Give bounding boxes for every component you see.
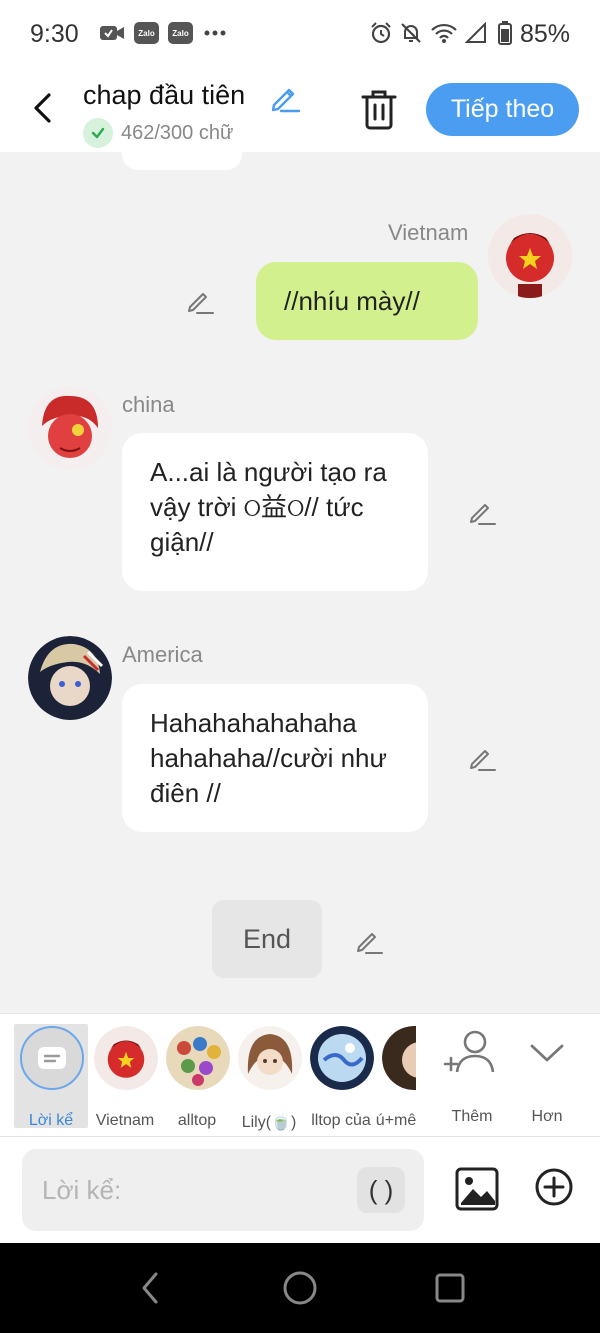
avatar-china[interactable]	[28, 386, 112, 470]
add-character-label: Thêm	[451, 1108, 493, 1125]
battery-icon	[496, 20, 514, 46]
speaker-name: china	[122, 392, 175, 417]
pencil-icon	[188, 293, 214, 314]
status-time: 9:30	[30, 20, 79, 48]
image-icon	[455, 1167, 499, 1211]
pencil-icon	[271, 88, 301, 113]
insert-image-button[interactable]	[455, 1167, 499, 1211]
add-button[interactable]	[534, 1167, 574, 1207]
word-count-text: 462/300 chữ	[121, 121, 234, 144]
more-dots-icon	[203, 20, 227, 46]
character-picker: Lời kể Vietnam alltop Lily(🍵) lltop của …	[0, 1013, 600, 1136]
previous-message-bubble[interactable]	[122, 152, 242, 170]
edit-message-button[interactable]	[467, 496, 499, 528]
video-icon	[98, 20, 126, 46]
character-label: alltop	[177, 1112, 217, 1129]
add-character-button[interactable]: Thêm	[437, 1028, 507, 1128]
signal-icon	[464, 20, 488, 46]
battery-percent: 85%	[519, 20, 570, 48]
check-icon	[83, 118, 113, 148]
zalo-icon: Zalo	[168, 20, 193, 46]
avatar	[310, 1026, 374, 1090]
character-label: lltop của	[311, 1112, 371, 1129]
pencil-icon	[470, 504, 496, 525]
add-person-icon	[443, 1030, 495, 1073]
character-label: Lời kể	[28, 1112, 74, 1129]
avatar	[238, 1026, 302, 1090]
character-lily[interactable]: Lily(🍵)	[232, 1024, 306, 1131]
avatar	[382, 1026, 416, 1090]
avatar	[166, 1026, 230, 1090]
nav-home-button[interactable]	[280, 1268, 320, 1308]
message-bubble[interactable]: Hahahahahahaha hahahaha//cười như điên /…	[122, 684, 428, 832]
message-bubble[interactable]: A...ai là người tạo ra vậy trời ଠ益ଠ// tứ…	[122, 433, 428, 591]
word-count: 462/300 chữ	[83, 118, 233, 148]
more-characters-button[interactable]: Hơn	[512, 1028, 582, 1128]
edit-end-button[interactable]	[354, 925, 386, 957]
avatar-america[interactable]	[28, 636, 112, 720]
end-marker[interactable]: End	[212, 900, 322, 978]
character-partial[interactable]: ú+mê	[376, 1024, 416, 1128]
nav-back-icon	[142, 1272, 158, 1304]
nav-home-icon	[283, 1271, 317, 1305]
speaker-name: Vietnam	[388, 220, 469, 245]
character-alltop[interactable]: alltop	[160, 1024, 234, 1129]
delete-button[interactable]	[360, 88, 398, 130]
trash-icon	[361, 90, 397, 130]
character-label: Lily(🍵)	[241, 1114, 297, 1131]
status-bar: 9:30 Zalo Zalo 85%	[0, 0, 600, 68]
alarm-icon	[368, 20, 394, 46]
chevron-left-icon	[34, 93, 51, 123]
message-input[interactable]	[42, 1169, 342, 1211]
avatar	[94, 1026, 158, 1090]
character-label: Vietnam	[95, 1112, 155, 1129]
character-narrator[interactable]: Lời kể	[14, 1024, 88, 1129]
mute-icon	[398, 20, 424, 46]
pencil-icon	[357, 933, 383, 954]
nav-recents-button[interactable]	[430, 1268, 470, 1308]
nav-recents-icon	[435, 1273, 465, 1303]
next-button[interactable]: Tiếp theo	[426, 83, 579, 136]
speaker-name: America	[122, 642, 203, 667]
back-button[interactable]	[24, 84, 60, 132]
character-lltop[interactable]: lltop của	[304, 1024, 378, 1129]
editor-header: chap đầu tiên 462/300 chữ Tiếp theo	[0, 68, 600, 152]
wifi-icon	[430, 20, 458, 46]
character-label: ú+mê	[376, 1112, 416, 1128]
edit-message-button[interactable]	[467, 742, 499, 774]
edit-message-button[interactable]	[185, 285, 217, 317]
pencil-icon	[470, 750, 496, 771]
message-bubble[interactable]: //nhíu mày//	[256, 262, 478, 340]
chapter-title[interactable]: chap đầu tiên	[83, 80, 245, 111]
avatar-vietnam[interactable]	[488, 214, 572, 298]
message-input-box[interactable]: ( )	[22, 1149, 424, 1231]
action-parentheses-button[interactable]: ( )	[357, 1167, 405, 1213]
nav-back-button[interactable]	[130, 1268, 170, 1308]
system-nav-bar	[0, 1243, 600, 1333]
zalo-icon: Zalo	[134, 20, 159, 46]
chat-area[interactable]: Vietnam //nhíu mày// china A...ai là ngư…	[0, 152, 600, 1013]
chevron-down-icon	[530, 1044, 564, 1062]
narrator-icon	[20, 1026, 84, 1090]
edit-title-button[interactable]	[268, 80, 302, 114]
input-bar: ( )	[0, 1136, 600, 1243]
plus-circle-icon	[535, 1168, 573, 1206]
character-vietnam[interactable]: Vietnam	[88, 1024, 162, 1129]
more-characters-label: Hơn	[531, 1108, 563, 1125]
